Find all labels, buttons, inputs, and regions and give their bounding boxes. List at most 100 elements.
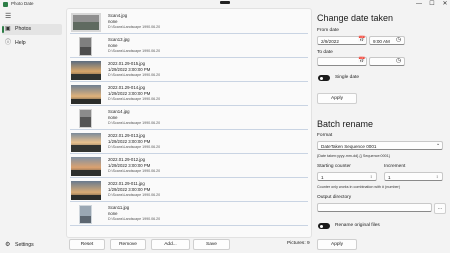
photo-date: 1/29/2022 3:00:00 PM — [108, 163, 151, 168]
calendar-icon[interactable]: 📅 — [358, 58, 365, 65]
save-button[interactable]: Save — [193, 239, 230, 250]
toggle-knob — [320, 224, 323, 228]
photo-date: none — [108, 211, 118, 216]
list-item[interactable]: 2022.01.29-013.jpg 1/29/2022 3:00:00 PM … — [67, 131, 311, 154]
rename-original-toggle[interactable] — [318, 223, 330, 229]
row-divider — [70, 33, 308, 34]
photo-name: Scan11.jpg — [108, 205, 130, 210]
change-date-title: Change date taken — [317, 13, 394, 23]
list-item[interactable]: Scan11.jpg none D:\Scans\Landscape 1990.… — [67, 203, 311, 226]
minimize-button[interactable]: — — [413, 0, 425, 9]
photo-thumbnail — [71, 13, 101, 32]
list-item[interactable]: 2022.01.29-014.jpg 1/29/2022 3:00:00 PM … — [67, 83, 311, 106]
row-divider — [70, 81, 308, 82]
rename-original-label: Rename original files — [335, 223, 380, 228]
stepper-icon[interactable]: ↕ — [370, 173, 372, 180]
batch-rename-title: Batch rename — [317, 119, 374, 129]
to-date-label: To date — [317, 50, 333, 55]
photo-list[interactable]: Scan4.jpg none D:\Scans\Landscape 1990.0… — [66, 8, 312, 238]
apply-date-button[interactable]: Apply — [317, 93, 357, 104]
add-button[interactable]: Add... — [151, 239, 190, 250]
selection-indicator — [2, 26, 4, 33]
photo-date: none — [108, 43, 118, 48]
output-directory-input[interactable] — [317, 203, 432, 212]
clock-icon[interactable]: ◷ — [396, 37, 401, 44]
photo-name: 2022.01.29-014.jpg — [108, 85, 146, 90]
from-date-label: From date — [317, 28, 339, 33]
photo-date: 1/29/2022 3:00:00 PM — [108, 187, 151, 192]
info-icon: ⓘ — [5, 40, 12, 46]
photo-path: D:\Scans\Landscape 1990.06.20 — [108, 145, 161, 149]
stepper-icon[interactable]: ↕ — [436, 173, 438, 180]
photo-date: 1/29/2022 3:00:00 PM — [108, 67, 151, 72]
photo-path: D:\Scans\Landscape 1990.06.20 — [108, 121, 161, 125]
photo-name: 2022.01.29-015.jpg — [108, 61, 146, 66]
hamburger-icon[interactable]: ☰ — [5, 13, 11, 20]
apply-rename-button[interactable]: Apply — [317, 239, 357, 250]
photo-name: Scan4.jpg — [108, 13, 128, 18]
list-item[interactable]: 2022.01.29-011.jpg 1/29/2022 3:00:00 PM … — [67, 179, 311, 202]
close-button[interactable]: ✕ — [439, 0, 450, 9]
row-divider — [70, 225, 308, 226]
photos-icon: ▣ — [5, 26, 11, 32]
sidebar-item-help[interactable]: ⓘ Help — [2, 38, 62, 49]
photo-path: D:\Scans\Landscape 1990.06.20 — [108, 97, 161, 101]
photo-thumbnail — [79, 205, 92, 224]
photo-name: 2022.01.29-013.jpg — [108, 133, 146, 138]
photo-thumbnail — [71, 157, 101, 176]
photo-path: D:\Scans\Landscape 1990.06.20 — [108, 169, 161, 173]
row-divider — [70, 57, 308, 58]
format-hint: {Date taken:yyyy-mm-dd} {} Sequence:0001… — [317, 154, 390, 158]
pictures-count: Pictures: 9 — [287, 241, 310, 246]
photo-path: D:\Scans\Landscape 1990.06.20 — [108, 25, 161, 29]
row-divider — [70, 129, 308, 130]
photo-path: D:\Scans\Landscape 1990.06.20 — [108, 73, 161, 77]
photo-path: D:\Scans\Landscape 1990.06.20 — [108, 193, 161, 197]
increment-label: Increment — [384, 164, 406, 169]
photo-thumbnail — [79, 37, 92, 56]
photo-name: 2022.01.29-011.jpg — [108, 181, 145, 186]
photo-date: 1/29/2022 3:00:00 PM — [108, 91, 151, 96]
photo-date: none — [108, 115, 118, 120]
reset-button[interactable]: Reset — [69, 239, 105, 250]
photo-thumbnail — [71, 85, 101, 104]
photo-name: 2022.01.29-012.jpg — [108, 157, 146, 162]
sidebar-item-label: Photos — [15, 26, 32, 32]
row-divider — [70, 105, 308, 106]
photo-date: none — [108, 19, 118, 24]
counter-note: Counter only works in combination with #… — [317, 185, 401, 189]
browse-button[interactable]: ... — [434, 203, 446, 214]
single-date-label: Single date — [335, 75, 360, 80]
list-item[interactable]: Scan4.jpg none D:\Scans\Landscape 1990.0… — [67, 11, 311, 34]
toggle-knob — [320, 76, 323, 80]
list-item[interactable]: 2022.01.29-012.jpg 1/29/2022 3:00:00 PM … — [67, 155, 311, 178]
starting-counter-label: Starting counter — [317, 164, 351, 169]
photo-thumbnail — [79, 109, 92, 128]
format-dropdown[interactable]: DateTaken Sequence 0001 — [317, 141, 443, 150]
gear-icon: ⚙ — [5, 242, 11, 248]
clock-icon[interactable]: ◷ — [396, 58, 401, 65]
list-item[interactable]: Scan14.jpg none D:\Scans\Landscape 1990.… — [67, 107, 311, 130]
sidebar-item-label: Help — [15, 40, 26, 46]
calendar-icon[interactable]: 📅 — [358, 37, 365, 44]
list-item[interactable]: Scan13.jpg none D:\Scans\Landscape 1990.… — [67, 35, 311, 58]
maximize-button[interactable]: ☐ — [426, 0, 438, 9]
format-label: Format — [317, 133, 333, 138]
row-divider — [70, 201, 308, 202]
starting-counter-input[interactable]: 1 — [317, 172, 377, 181]
chevron-down-icon[interactable]: ⌄ — [436, 141, 440, 148]
photo-thumbnail — [71, 181, 101, 200]
increment-input[interactable]: 1 — [384, 172, 443, 181]
list-item[interactable]: 2022.01.29-015.jpg 1/29/2022 3:00:00 PM … — [67, 59, 311, 82]
photo-thumbnail — [71, 61, 101, 80]
sidebar-item-settings[interactable]: ⚙ Settings — [2, 240, 62, 251]
single-date-toggle[interactable] — [318, 75, 330, 81]
remove-button[interactable]: Remove — [110, 239, 146, 250]
app-logo-icon — [3, 2, 8, 7]
sidebar-item-label: Settings — [15, 242, 34, 248]
row-divider — [70, 153, 308, 154]
drag-handle[interactable] — [220, 1, 230, 4]
photo-name: Scan13.jpg — [108, 37, 130, 42]
output-directory-label: Output directory — [317, 195, 352, 200]
sidebar-item-photos[interactable]: ▣ Photos — [2, 24, 62, 35]
